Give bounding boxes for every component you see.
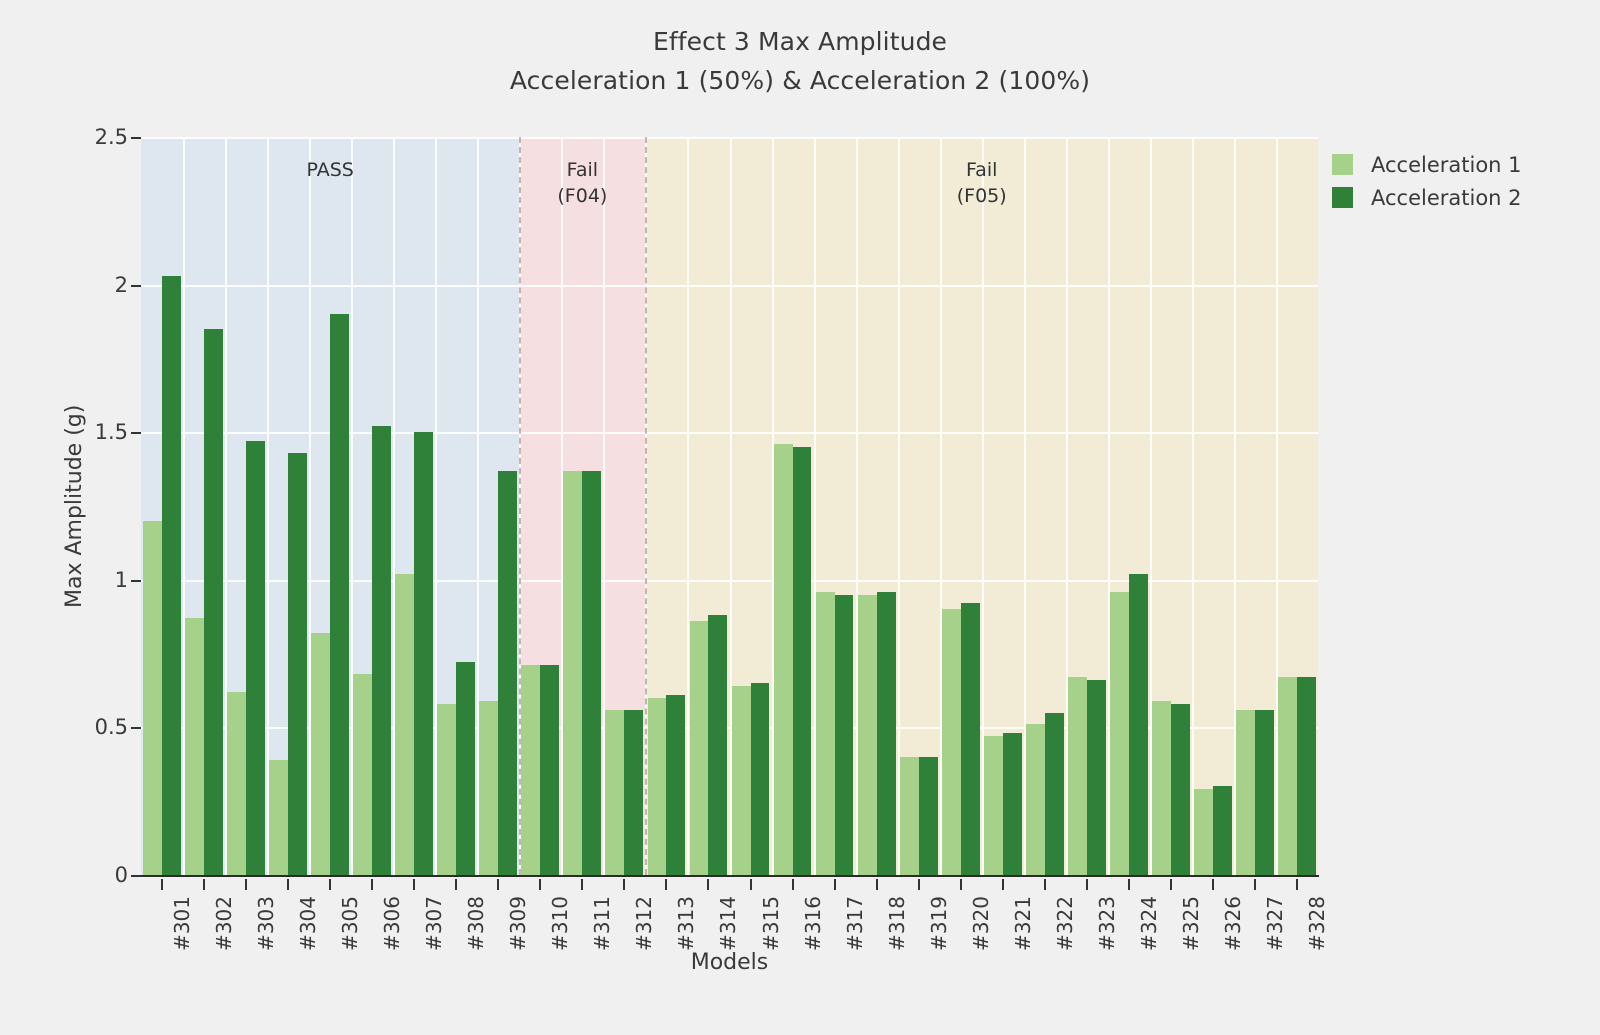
- x-tick-label: #322: [1052, 896, 1077, 951]
- y-tick-mark: [131, 875, 141, 877]
- x-tick-mark: [959, 879, 962, 890]
- legend-item[interactable]: Acceleration 2: [1332, 181, 1582, 214]
- chart-figure: Effect 3 Max Amplitude Acceleration 1 (5…: [0, 0, 1600, 1035]
- x-tick-mark: [707, 879, 710, 890]
- x-tick-mark: [371, 879, 374, 890]
- x-axis-spine: [141, 875, 1319, 877]
- x-tick-label: #318: [884, 896, 909, 951]
- x-tick-label: #306: [380, 896, 405, 951]
- chart-title: Effect 3 Max Amplitude Acceleration 1 (5…: [0, 22, 1600, 100]
- x-tick-label: #321: [1010, 896, 1035, 951]
- legend-label: Acceleration 2: [1371, 185, 1522, 210]
- x-tick-mark: [665, 879, 668, 890]
- x-tick-label: #314: [716, 896, 741, 951]
- x-tick-mark: [329, 879, 332, 890]
- legend-item[interactable]: Acceleration 1: [1332, 148, 1582, 181]
- y-tick-mark: [131, 579, 141, 582]
- x-tick-mark: [497, 879, 500, 890]
- y-tick-label: 0: [114, 863, 128, 887]
- x-axis-label: Models: [690, 950, 769, 975]
- x-tick-mark: [1085, 879, 1088, 890]
- y-tick-mark: [131, 432, 141, 435]
- x-tick-label: #323: [1094, 896, 1119, 951]
- y-tick-mark: [131, 727, 141, 730]
- chart-title-line1: Effect 3 Max Amplitude: [652, 27, 948, 56]
- x-tick-label: #305: [338, 896, 363, 951]
- x-tick-mark: [413, 879, 416, 890]
- zone-divider: [645, 137, 648, 875]
- x-tick-label: #308: [464, 896, 489, 951]
- x-tick-mark: [833, 879, 836, 890]
- x-tick-label: #317: [842, 896, 867, 951]
- legend-label: Acceleration 1: [1371, 152, 1522, 177]
- y-tick-label: 2.5: [94, 125, 128, 149]
- legend-swatch-icon: [1332, 187, 1353, 208]
- chart-legend: Acceleration 1 Acceleration 2: [1332, 148, 1582, 214]
- x-tick-mark: [1253, 879, 1256, 890]
- x-tick-mark: [455, 879, 458, 890]
- x-tick-label: #302: [212, 896, 237, 951]
- x-tick-label: #320: [968, 896, 993, 951]
- x-tick-mark: [1127, 879, 1130, 890]
- x-tick-label: #311: [590, 896, 615, 951]
- x-tick-mark: [581, 879, 584, 890]
- x-tick-mark: [1211, 879, 1214, 890]
- x-tick-mark: [1169, 879, 1172, 890]
- x-tick-label: #325: [1178, 896, 1203, 951]
- x-tick-mark: [791, 879, 794, 890]
- x-tick-label: #309: [506, 896, 531, 951]
- x-tick-label: #313: [674, 896, 699, 951]
- zone-label: Fail (F05): [956, 159, 1007, 207]
- x-tick-label: #319: [926, 896, 951, 951]
- chart-title-line2: Acceleration 1 (50%) & Acceleration 2 (1…: [509, 66, 1091, 95]
- y-tick-label: 1: [114, 567, 128, 592]
- x-tick-mark: [623, 879, 626, 890]
- x-tick-label: #326: [1220, 896, 1245, 951]
- x-tick-label: #324: [1136, 896, 1161, 951]
- y-tick-label: 0.5: [94, 715, 128, 740]
- x-tick-mark: [539, 879, 542, 890]
- x-tick-mark: [245, 879, 248, 890]
- y-tick-label: 1.5: [94, 420, 128, 445]
- x-tick-mark: [287, 879, 290, 890]
- x-tick-label: #303: [254, 896, 279, 951]
- x-tick-label: #307: [422, 896, 447, 951]
- x-tick-mark: [875, 879, 878, 890]
- x-tick-mark: [917, 879, 920, 890]
- x-tick-label: #312: [632, 896, 657, 951]
- x-tick-label: #301: [170, 896, 195, 951]
- legend-swatch-icon: [1332, 154, 1353, 175]
- x-tick-label: #327: [1262, 896, 1287, 951]
- x-tick-label: #310: [548, 896, 573, 951]
- zone-divider: [519, 137, 522, 875]
- x-tick-label: #315: [758, 896, 783, 951]
- zone-label-wrap: PASS: [141, 137, 519, 875]
- x-tick-mark: [749, 879, 752, 890]
- y-tick-mark: [131, 137, 141, 139]
- zone-label-wrap: Fail (F04): [519, 137, 645, 875]
- x-tick-mark: [161, 879, 164, 890]
- x-tick-label: #328: [1304, 896, 1329, 951]
- x-tick-mark: [203, 879, 206, 890]
- x-tick-mark: [1043, 879, 1046, 890]
- plot-area: PASS Fail (F04) Fail (F05): [141, 137, 1318, 875]
- y-tick-label: 2: [114, 272, 128, 297]
- x-tick-mark: [1001, 879, 1004, 890]
- x-tick-label: #304: [296, 896, 321, 951]
- x-tick-label: #316: [800, 896, 825, 951]
- zone-label: Fail (F04): [557, 159, 608, 207]
- y-axis-label: Max Amplitude (g): [62, 404, 87, 608]
- y-tick-mark: [131, 284, 141, 287]
- zone-label-wrap: Fail (F05): [645, 137, 1318, 875]
- x-tick-mark: [1295, 879, 1298, 890]
- zone-label: PASS: [306, 159, 354, 181]
